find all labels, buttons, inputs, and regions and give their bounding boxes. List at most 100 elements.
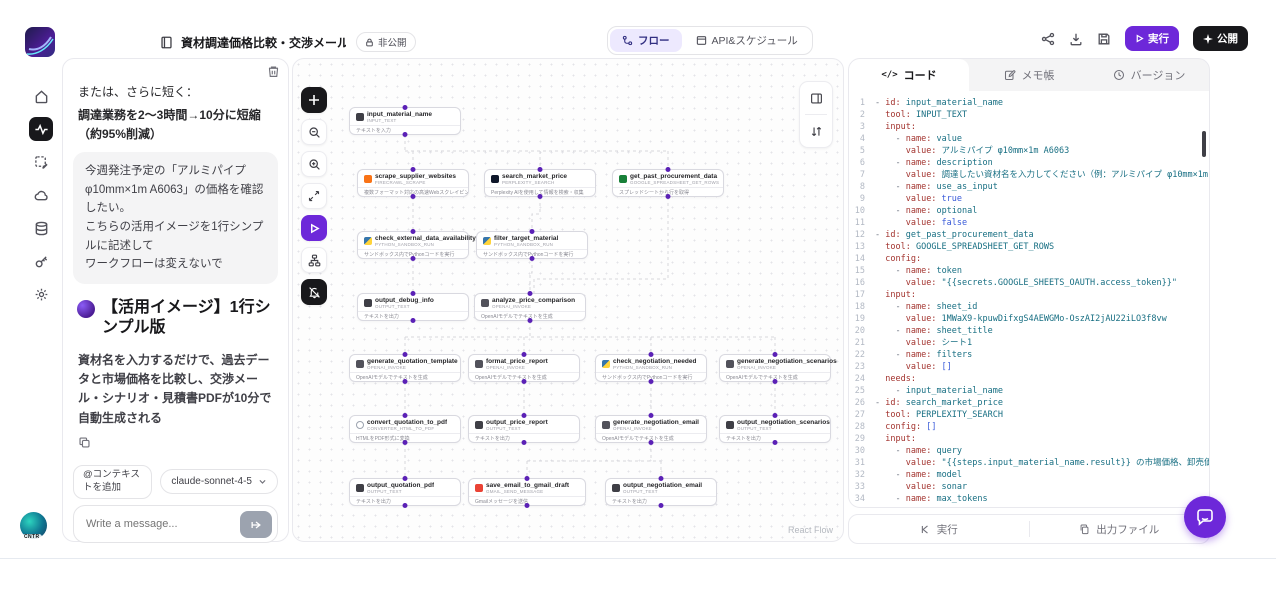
cloud-icon[interactable] [29, 183, 53, 207]
node-output-port[interactable] [410, 194, 416, 199]
node-input-port[interactable] [772, 413, 778, 418]
toggle-panel-button[interactable] [800, 82, 832, 114]
send-button[interactable] [240, 511, 272, 538]
node-output-port[interactable] [524, 503, 530, 508]
node-input-port[interactable] [665, 167, 671, 172]
run-flow-button[interactable] [301, 215, 327, 241]
footer-run[interactable]: 実行 [849, 522, 1029, 537]
flow-node[interactable]: generate_negotiation_scenarios OPENAI_INV… [719, 352, 837, 384]
node-input-port[interactable] [527, 291, 533, 296]
flow-node[interactable]: check_negotiation_needed PYTHON_SANDBOX_R… [595, 352, 707, 384]
flow-node[interactable]: save_email_to_gmail_draft GMAIL_SEND_MESS… [468, 476, 586, 508]
node-input-port[interactable] [402, 352, 408, 357]
copy-icon[interactable] [78, 436, 91, 454]
code-line: 32 - name: model [854, 470, 963, 480]
node-output-port[interactable] [410, 318, 416, 323]
node-input-port[interactable] [529, 229, 535, 234]
node-input-port[interactable] [648, 352, 654, 357]
node-output-port[interactable] [521, 440, 527, 445]
templates-icon[interactable] [29, 150, 53, 174]
flow-node[interactable]: get_past_procurement_data GOOGLE_SPREADSH… [612, 167, 724, 199]
node-output-port[interactable] [648, 440, 654, 445]
code-line: 7 value: 調達したい資材名を入力してください（例：アルミパイプ φ10m… [859, 170, 1209, 180]
flow-node[interactable]: scrape_supplier_websites FIRECRAWL_SCRAPE… [357, 167, 469, 199]
node-output-port[interactable] [772, 440, 778, 445]
fit-view-button[interactable] [301, 183, 327, 209]
key-icon[interactable] [29, 249, 53, 273]
chat-fab-button[interactable] [1184, 496, 1226, 538]
auto-layout-button[interactable] [301, 247, 327, 273]
node-input-port[interactable] [410, 167, 416, 172]
flow-node[interactable]: input_material_name INPUT_TEXT テキストを入力 [349, 105, 461, 137]
flow-canvas[interactable]: input_material_name INPUT_TEXT テキストを入力scra… [292, 58, 844, 542]
node-input-port[interactable] [772, 352, 778, 357]
flow-node[interactable]: search_market_price PERPLEXITY_SEARCH Perp… [484, 167, 596, 199]
publish-button[interactable]: 公開 [1193, 26, 1248, 51]
node-output-port[interactable] [658, 503, 664, 508]
flow-node[interactable]: convert_quotation_to_pdf CONVERTER_HTML_T… [349, 413, 461, 445]
node-output-port[interactable] [410, 256, 416, 261]
flow-node[interactable]: generate_quotation_template OPENAI_INVOKE… [349, 352, 461, 384]
node-output-port[interactable] [772, 379, 778, 384]
add-node-button[interactable] [301, 87, 327, 113]
zoom-out-button[interactable] [301, 119, 327, 145]
sort-nodes-button[interactable] [800, 115, 832, 147]
scrollbar-thumb[interactable] [1202, 131, 1206, 157]
delete-chat-icon[interactable] [267, 65, 280, 83]
node-input-port[interactable] [410, 229, 416, 234]
node-input-port[interactable] [537, 167, 543, 172]
code-editor[interactable]: 1- id: input_material_name 2 tool: INPUT_… [849, 91, 1209, 507]
node-input-port[interactable] [402, 476, 408, 481]
node-output-port[interactable] [402, 132, 408, 137]
tab-api-schedule[interactable]: API&スケジュール [684, 29, 810, 52]
node-output-port[interactable] [402, 440, 408, 445]
flow-node[interactable]: output_quotation_pdf OUTPUT_TEXT テキストを出力 [349, 476, 461, 508]
node-input-port[interactable] [524, 476, 530, 481]
notifications-off-button[interactable] [301, 279, 327, 305]
flow-node[interactable]: output_debug_info OUTPUT_TEXT テキストを出力 [357, 291, 469, 323]
node-output-port[interactable] [648, 379, 654, 384]
run-button[interactable]: 実行 [1125, 26, 1179, 51]
download-icon[interactable] [1069, 32, 1083, 46]
node-output-port[interactable] [402, 379, 408, 384]
node-output-port[interactable] [529, 256, 535, 261]
zoom-in-button[interactable] [301, 151, 327, 177]
tab-flow[interactable]: フロー [610, 29, 682, 52]
home-icon[interactable] [29, 84, 53, 108]
message-input[interactable] [84, 506, 234, 542]
node-input-port[interactable] [658, 476, 664, 481]
flow-node[interactable]: output_negotiation_scenarios OUTPUT_TEXT テ… [719, 413, 831, 445]
node-input-port[interactable] [402, 105, 408, 110]
flow-node[interactable]: generate_negotiation_email OPENAI_INVOKE O… [595, 413, 707, 445]
node-output-port[interactable] [537, 194, 543, 199]
node-output-port[interactable] [665, 194, 671, 199]
flow-node[interactable]: format_price_report OPENAI_INVOKE OpenAIモデ… [468, 352, 580, 384]
tab-notes[interactable]: メモ帳 [969, 59, 1089, 91]
node-input-port[interactable] [402, 413, 408, 418]
flow-node[interactable]: check_external_data_availability PYTHON_S… [357, 229, 476, 261]
tab-code[interactable]: </> コード [849, 59, 969, 91]
user-avatar[interactable]: CNTR [20, 512, 47, 540]
node-input-port[interactable] [521, 352, 527, 357]
node-input-port[interactable] [410, 291, 416, 296]
flow-node[interactable]: analyze_price_comparison OPENAI_INVOKE Ope… [474, 291, 586, 323]
flow-node[interactable]: output_negotiation_email OUTPUT_TEXT テキストを… [605, 476, 717, 508]
node-output-port[interactable] [402, 503, 408, 508]
footer-output-files[interactable]: 出力ファイル [1030, 522, 1210, 537]
add-context-chip[interactable]: @コンテキストを追加 [73, 465, 153, 499]
node-output-port[interactable] [527, 318, 533, 323]
flow-node[interactable]: output_price_report OUTPUT_TEXT テキストを出力 [468, 413, 580, 445]
model-selector[interactable]: claude-sonnet-4-5 [160, 469, 278, 495]
settings-icon[interactable] [29, 282, 53, 306]
share-icon[interactable] [1041, 32, 1055, 46]
workflows-icon[interactable] [29, 117, 53, 141]
app-logo[interactable] [25, 27, 55, 57]
node-input-port[interactable] [521, 413, 527, 418]
node-title: save_email_to_gmail_draft [486, 482, 570, 489]
save-icon[interactable] [1097, 32, 1111, 46]
node-output-port[interactable] [521, 379, 527, 384]
database-icon[interactable] [29, 216, 53, 240]
tab-versions[interactable]: バージョン [1089, 59, 1209, 91]
node-input-port[interactable] [648, 413, 654, 418]
flow-node[interactable]: filter_target_material PYTHON_SANDBOX_RUN… [476, 229, 588, 261]
